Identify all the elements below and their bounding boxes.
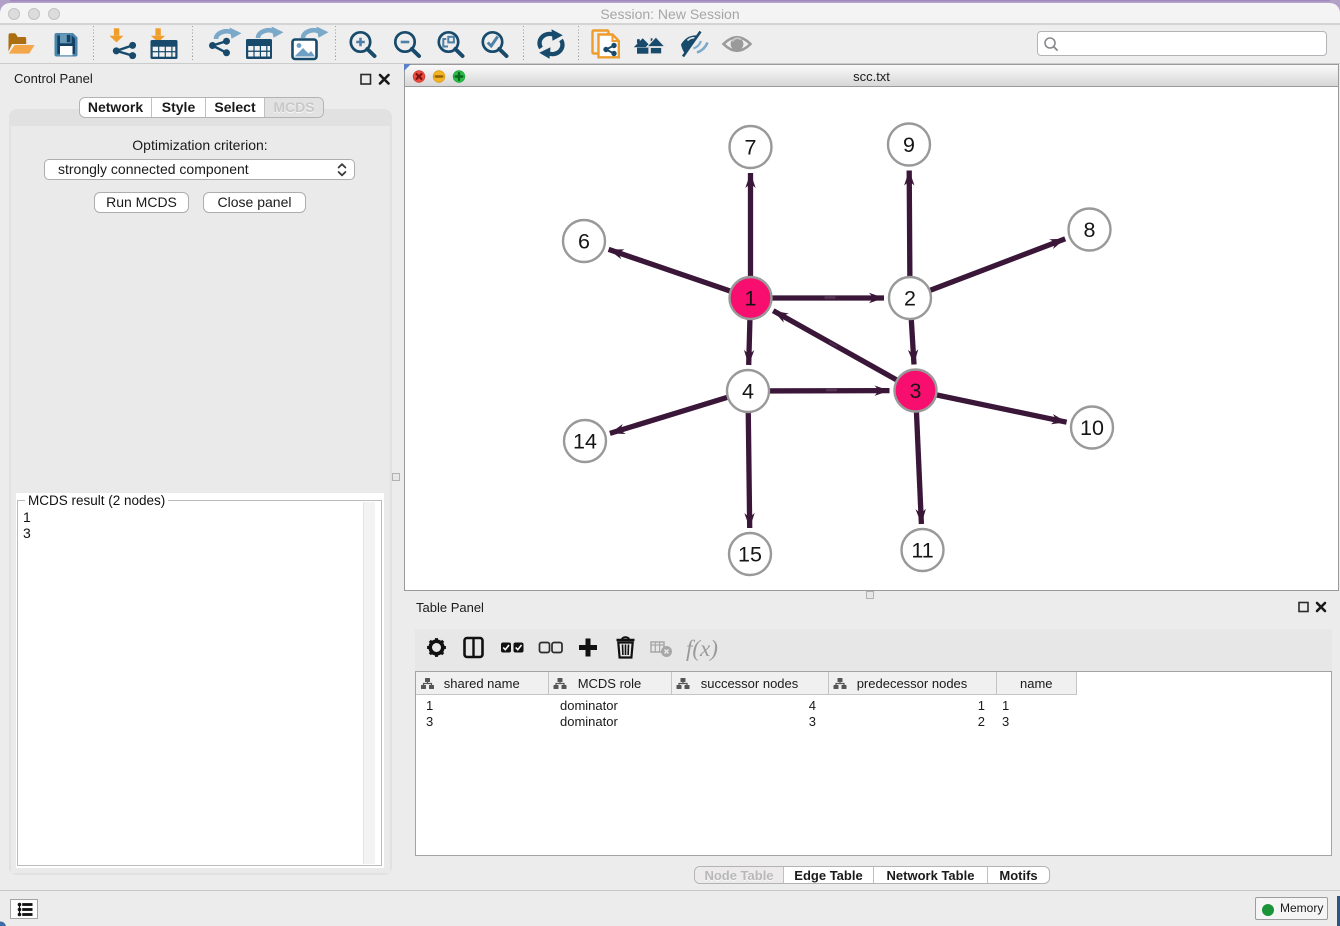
svg-text:f(x): f(x) — [686, 636, 718, 661]
svg-text:4: 4 — [742, 380, 754, 404]
svg-text:9: 9 — [903, 133, 915, 157]
svg-text:11: 11 — [911, 539, 933, 563]
svg-text:7: 7 — [745, 136, 757, 160]
svg-text:8: 8 — [1084, 218, 1096, 242]
svg-text:3: 3 — [910, 379, 922, 403]
svg-text:15: 15 — [738, 543, 762, 567]
svg-text:10: 10 — [1080, 416, 1104, 440]
svg-text:14: 14 — [573, 430, 597, 454]
svg-text:1: 1 — [745, 287, 757, 311]
svg-text:2: 2 — [904, 287, 916, 311]
svg-text:6: 6 — [578, 230, 590, 254]
